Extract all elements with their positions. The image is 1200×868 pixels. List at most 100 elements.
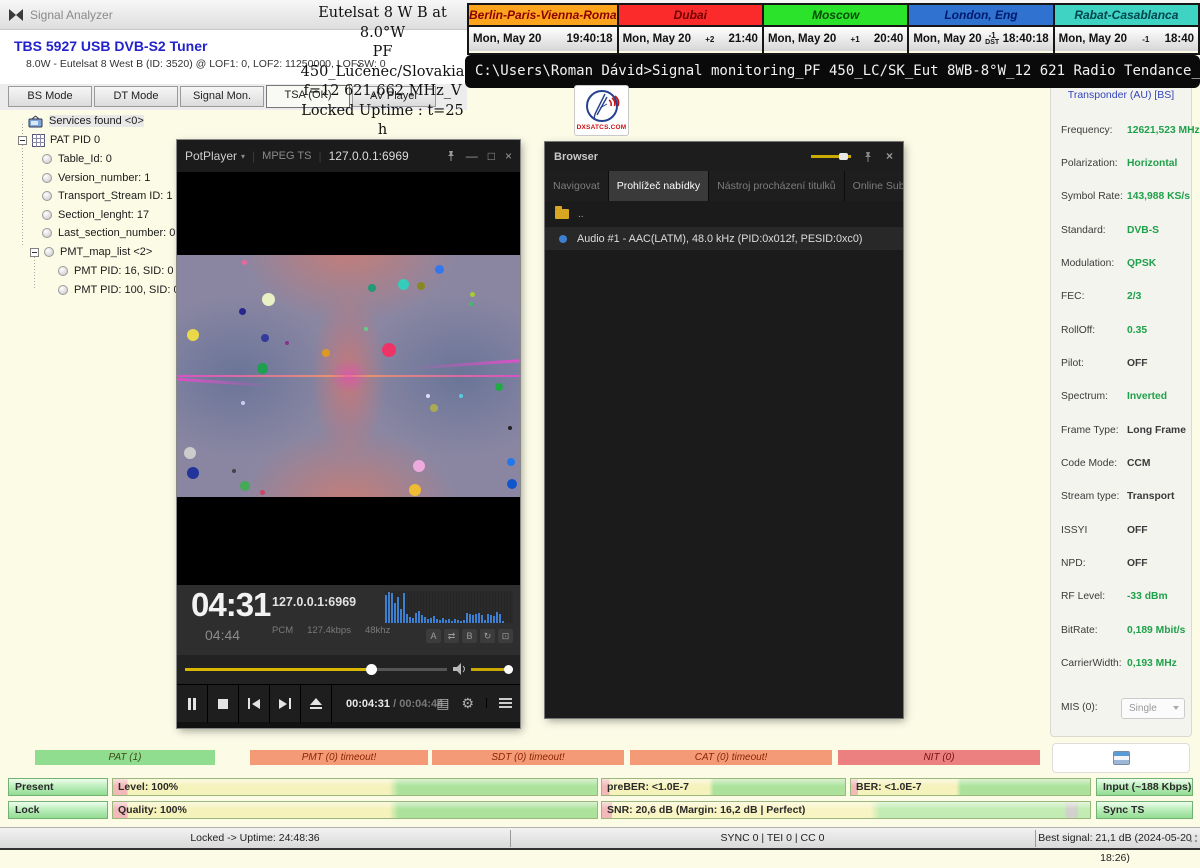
tab-bs-mode[interactable]: BS Mode — [8, 86, 92, 107]
logo-caption: DXSATCS.COM — [577, 124, 627, 131]
separator: | — [252, 149, 255, 163]
spectrum-bar — [484, 620, 486, 623]
maximize-icon[interactable]: □ — [488, 149, 495, 163]
spectrum-bar — [424, 617, 426, 623]
terminal-prompt[interactable]: C:\Users\Roman Dávid>Signal monitoring_P… — [465, 55, 1200, 88]
tree-item-table-id[interactable]: Table_Id: 0 — [42, 150, 112, 168]
resize-grip[interactable] — [1188, 834, 1198, 846]
tree-item-pmt-map-list[interactable]: PMT_map_list <2> — [30, 243, 152, 261]
track-bullet-icon — [559, 235, 567, 243]
stop-button[interactable] — [208, 685, 239, 723]
mis-select[interactable]: Single — [1121, 698, 1185, 719]
playlist-icon[interactable]: ▤ — [436, 695, 449, 712]
previous-button[interactable] — [239, 685, 270, 723]
viz-dot — [285, 341, 289, 345]
browser-titlebar[interactable]: Browser × — [545, 142, 903, 171]
tab-dt-mode[interactable]: DT Mode — [94, 86, 178, 107]
spectrum-bar — [454, 619, 456, 623]
ab-repeat-a-button[interactable]: A — [426, 629, 441, 643]
clock-date: Mon, May 20 — [473, 33, 541, 45]
viz-dot — [495, 383, 503, 391]
pin-icon[interactable] — [446, 151, 456, 162]
bitrate-label: 127.4kbps — [307, 625, 351, 636]
spectrum-bar — [406, 614, 408, 623]
next-button[interactable] — [270, 685, 301, 723]
collapse-icon[interactable] — [18, 136, 27, 145]
tree-item-version[interactable]: Version_number: 1 — [42, 169, 150, 187]
parent-directory-row[interactable]: .. — [545, 201, 903, 227]
viz-dot — [435, 265, 444, 274]
volume-handle[interactable] — [504, 665, 513, 674]
tree-item-last-section[interactable]: Last_section_number: 0 — [42, 224, 175, 242]
browser-slider[interactable] — [811, 155, 851, 158]
tab-prohlizec-nabidky[interactable]: Prohlížeč nabídky — [609, 171, 709, 201]
viz-dot — [507, 479, 517, 489]
tree-label: PAT PID 0 — [50, 134, 100, 146]
field-value: DVB-S — [1127, 225, 1159, 236]
clock-london: London, Eng Mon, May 20-1DST18:40:18 — [907, 3, 1054, 55]
close-icon[interactable]: × — [886, 149, 893, 163]
viz-dot — [242, 260, 247, 265]
field-value: OFF — [1127, 525, 1148, 536]
potplayer-menu[interactable]: PotPlayer — [185, 149, 237, 163]
overlay-line-site: PF 450_Lučenec/Slovakia — [300, 43, 465, 82]
time-separator: / — [393, 698, 396, 710]
tree-item-pat[interactable]: PAT PID 0 — [18, 131, 100, 149]
seek-handle[interactable] — [366, 664, 377, 675]
spectrum-bar — [412, 618, 414, 623]
monitoring-overlay-text: Eutelsat 8 W B at 8.0°W PF 450_Lučenec/S… — [300, 4, 465, 141]
spectrum-bar — [493, 616, 495, 623]
viz-dot — [187, 467, 199, 479]
tree-item-section-length[interactable]: Section_lenght: 17 — [42, 206, 149, 224]
clock-time: 20:40 — [874, 33, 903, 45]
tree-label: Transport_Stream ID: 1 — [58, 190, 173, 202]
total-time-small: 04:44 — [205, 627, 240, 643]
tab-nastroj-titulku[interactable]: Nástroj procházení titulků — [709, 171, 844, 201]
fullscreen-icon[interactable]: ⊡ — [498, 629, 513, 643]
tab-navigovat[interactable]: Navigovat — [545, 171, 609, 201]
pin-icon[interactable] — [863, 152, 873, 163]
field-value: 0,189 Mbit/s — [1127, 625, 1185, 636]
settings-gear-icon[interactable]: ⚙ — [461, 695, 474, 712]
swap-icon[interactable]: ⇄ — [444, 629, 459, 643]
tree-label: Section_lenght: 17 — [58, 209, 149, 221]
browser-title: Browser — [554, 151, 598, 163]
app-logo-icon — [8, 8, 24, 22]
ab-repeat-b-button[interactable]: B — [462, 629, 477, 643]
close-icon[interactable]: × — [505, 149, 512, 163]
speaker-icon[interactable] — [453, 663, 467, 675]
viz-dot — [430, 404, 438, 412]
clock-city-label: Moscow — [764, 5, 907, 27]
tree-item-pmt-16[interactable]: PMT PID: 16, SID: 0 — [58, 262, 173, 280]
spectrum-bar — [445, 620, 447, 623]
export-database-button[interactable] — [1052, 743, 1190, 773]
audio-track-item[interactable]: Audio #1 - AAC(LATM), 48.0 kHz (PID:0x01… — [545, 227, 903, 250]
clock-date: Mon, May 20 — [623, 33, 691, 45]
volume-slider[interactable] — [471, 668, 513, 671]
spectrum-bar — [496, 612, 498, 623]
quality-bar: Quality: 100% — [112, 801, 598, 819]
menu-icon[interactable] — [486, 698, 512, 708]
video-area[interactable] — [177, 172, 520, 585]
field-value: Long Frame — [1127, 425, 1186, 436]
eject-button[interactable] — [301, 685, 332, 723]
clock-time: 18:40 — [1165, 33, 1194, 45]
field-label: Pilot: — [1061, 358, 1084, 369]
leaf-icon — [42, 228, 52, 238]
seek-bar[interactable] — [185, 668, 447, 671]
tree-item-services[interactable]: Services found <0> — [28, 112, 144, 130]
minimize-icon[interactable]: — — [466, 149, 478, 163]
viz-dot — [322, 349, 330, 357]
app-title: Signal Analyzer — [30, 8, 113, 22]
collapse-icon[interactable] — [30, 248, 39, 257]
pause-button[interactable] — [177, 685, 208, 723]
tab-signal-mon[interactable]: Signal Mon. — [180, 86, 264, 107]
tree-item-pmt-100[interactable]: PMT PID: 100, SID: 0 — [58, 281, 180, 299]
loop-icon[interactable]: ↻ — [480, 629, 495, 643]
tree-item-tsid[interactable]: Transport_Stream ID: 1 — [42, 187, 173, 205]
potplayer-titlebar[interactable]: PotPlayer ▾ | MPEG TS | 127.0.0.1:6969 —… — [177, 140, 520, 172]
viz-dot — [261, 334, 269, 342]
slider-handle[interactable] — [839, 153, 848, 160]
clock-moscow: Moscow Mon, May 20+120:40 — [762, 3, 909, 55]
tab-online-subs[interactable]: Online Subs — [845, 171, 903, 201]
